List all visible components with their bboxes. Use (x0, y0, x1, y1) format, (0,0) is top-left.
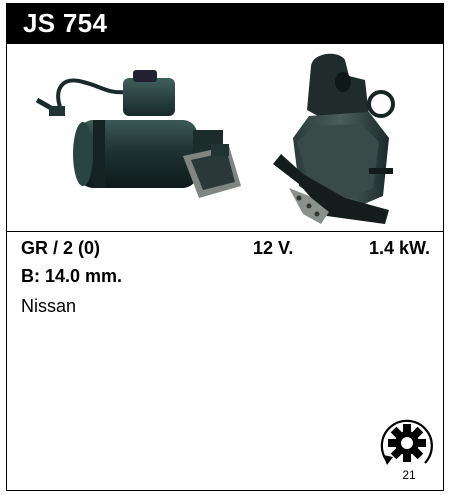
part-code: JS 754 (23, 8, 108, 38)
rotation-label: 21 (402, 468, 416, 482)
voltage-spec: 12 V. (253, 238, 294, 258)
spec-row: GR / 2 (0) 12 V. 1.4 kW. (7, 238, 443, 262)
bolt-spec: B: 14.0 mm. (21, 266, 123, 286)
gear-spec: GR / 2 (0) (21, 238, 101, 258)
product-card: JS 754 GR / 2 (0) 12 V. 1.4 kW. B: 14.0 … (6, 3, 444, 491)
starter-motor-end-photo (273, 53, 395, 224)
photo-area (7, 44, 443, 232)
starter-motor-side-photo (35, 70, 241, 198)
header-bar: JS 754 (7, 4, 443, 44)
power-spec: 1.4 kW. (369, 238, 431, 258)
vehicle-make: Nissan (21, 296, 77, 316)
